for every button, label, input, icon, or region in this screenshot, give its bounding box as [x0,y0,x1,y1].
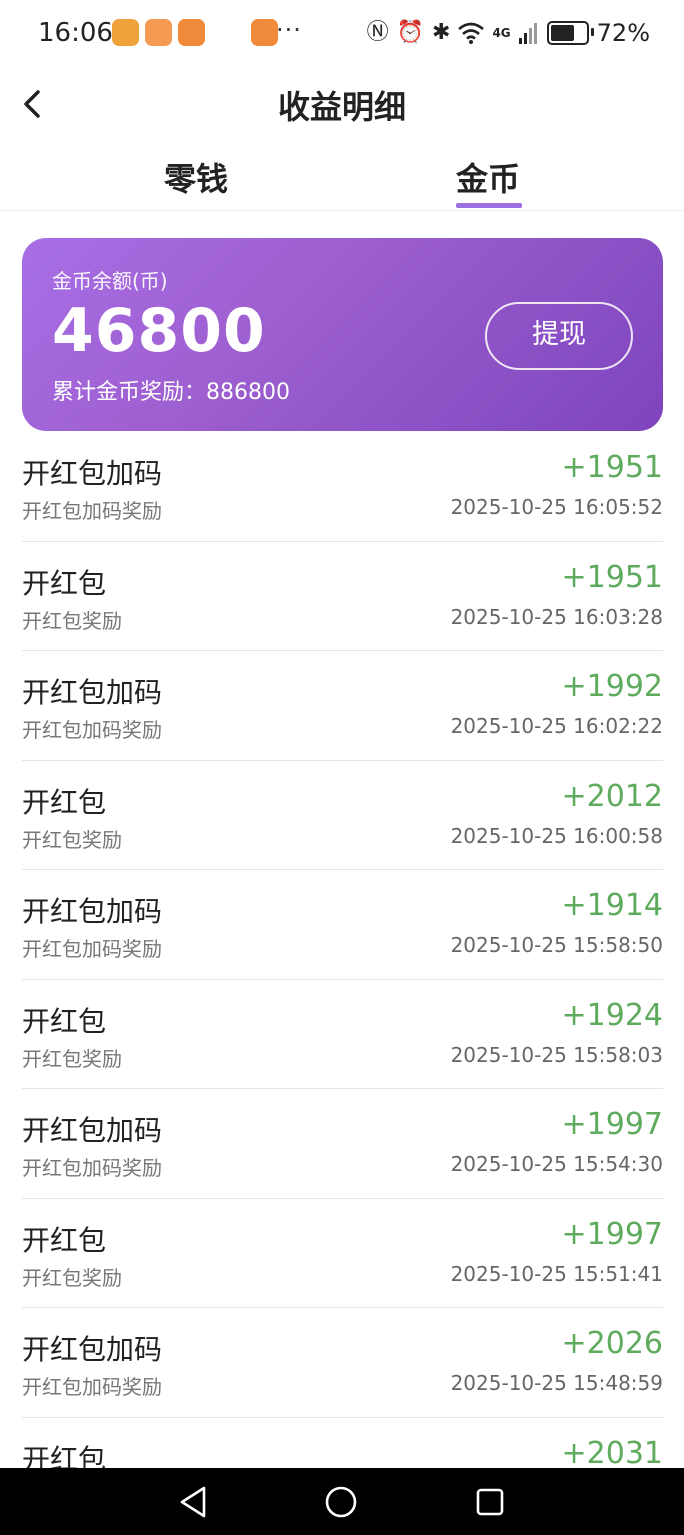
record-title: 开红包加码 [22,1114,163,1147]
record-title: 开红包加码 [22,457,163,490]
record-time: 2025-10-25 15:58:50 [450,933,663,957]
record-amount: +2012 [561,778,663,814]
withdraw-button[interactable]: 提现 [485,302,633,370]
record-time: 2025-10-25 16:02:22 [450,714,663,738]
record-time: 2025-10-25 16:00:58 [450,823,663,848]
triangle-back-icon[interactable] [174,1482,214,1522]
app-notification-icon [112,19,139,46]
battery-level [550,25,575,41]
record-title: 开红包加码 [22,1333,163,1366]
status-right: Ⓝ ⏰ ✱ 4G 72% [367,19,650,47]
record-title: 开红包 [22,1223,107,1257]
record-time: 2025-10-25 16:03:28 [450,604,663,629]
record-time: 2025-10-25 15:51:41 [450,1261,663,1286]
record-subtitle: 开红包加码奖励 [22,499,162,523]
wifi-icon [458,22,485,44]
list-item[interactable]: 开红包 开红包奖励 +1951 2025-10-25 16:03:28 [22,542,663,651]
record-subtitle: 开红包加码奖励 [22,1375,162,1399]
app-notification-icon [178,19,205,46]
signal-icon [518,23,537,44]
app-notification-icon [145,19,172,46]
balance-card: 金币余额(币) 46800 累计金币奖励：886800 提现 [22,238,663,431]
record-title: 开红包 [22,1004,107,1038]
tab-indicator [456,203,522,208]
list-item[interactable]: 开红包加码 开红包加码奖励 +1992 2025-10-25 16:02:22 [22,651,663,761]
notification-icons [112,19,278,46]
record-amount: +1951 [561,559,663,595]
record-amount: +2031 [561,1435,663,1471]
page-title: 收益明细 [277,88,406,126]
record-amount: +1914 [561,888,663,923]
record-amount: +1951 [561,450,663,485]
status-time: 16:06 [38,18,113,48]
list-item[interactable]: 开红包 开红包奖励 +1997 2025-10-25 15:51:41 [22,1199,663,1308]
records-list: 开红包加码 开红包加码奖励 +1951 2025-10-25 16:05:52 … [22,432,663,1526]
record-subtitle: 开红包加码奖励 [22,718,162,742]
nfc-icon: Ⓝ [366,20,389,45]
list-item[interactable]: 开红包加码 开红包加码奖励 +1914 2025-10-25 15:58:50 [22,870,663,980]
record-amount: +2026 [561,1326,663,1361]
tab-change[interactable]: 零钱 [116,154,276,200]
balance-value: 46800 [52,296,266,366]
alarm-icon: ⏰ [396,20,425,45]
record-title: 开红包加码 [22,895,163,928]
tab-coins[interactable]: 金币 [408,154,568,200]
list-item[interactable]: 开红包加码 开红包加码奖励 +1951 2025-10-25 16:05:52 [22,432,663,542]
list-item[interactable]: 开红包 开红包奖励 +2012 2025-10-25 16:00:58 [22,761,663,870]
list-item[interactable]: 开红包 开红包奖励 +1924 2025-10-25 15:58:03 [22,980,663,1089]
list-item[interactable]: 开红包加码 开红包加码奖励 +2026 2025-10-25 15:48:59 [22,1308,663,1418]
record-subtitle: 开红包加码奖励 [22,937,162,961]
circle-home-icon[interactable] [321,1482,361,1522]
system-nav-bar [0,1468,684,1535]
record-subtitle: 开红包奖励 [22,608,122,633]
record-title: 开红包 [22,785,107,819]
record-subtitle: 开红包奖励 [22,827,122,852]
record-subtitle: 开红包加码奖励 [22,1156,162,1180]
status-bar: 16:06 ··· Ⓝ ⏰ ✱ 4G 72% [0,0,684,70]
record-title: 开红包加码 [22,676,163,709]
record-amount: +1992 [561,669,663,704]
record-time: 2025-10-25 15:58:03 [450,1042,663,1067]
tab-bar: 零钱 金币 [0,148,684,211]
battery-text: 72% [596,19,650,47]
record-time: 2025-10-25 15:48:59 [450,1371,663,1395]
record-title: 开红包 [22,566,107,600]
record-amount: +1997 [561,1107,663,1142]
bluetooth-icon: ✱ [432,20,451,45]
balance-label: 金币余额(币) [52,269,168,293]
network-type: 4G [492,26,511,40]
header: 收益明细 [0,70,684,140]
record-subtitle: 开红包奖励 [22,1265,122,1290]
record-amount: +1997 [561,1216,663,1252]
record-time: 2025-10-25 15:54:30 [450,1152,663,1176]
record-time: 2025-10-25 16:05:52 [450,495,663,519]
total-reward: 累计金币奖励：886800 [52,380,290,405]
record-subtitle: 开红包奖励 [22,1046,122,1071]
app-notification-icon [251,19,278,46]
more-notifications-icon: ··· [276,16,302,44]
list-item[interactable]: 开红包加码 开红包加码奖励 +1997 2025-10-25 15:54:30 [22,1089,663,1199]
battery-icon [546,21,594,45]
square-recent-icon[interactable] [470,1482,510,1522]
record-amount: +1924 [561,997,663,1033]
